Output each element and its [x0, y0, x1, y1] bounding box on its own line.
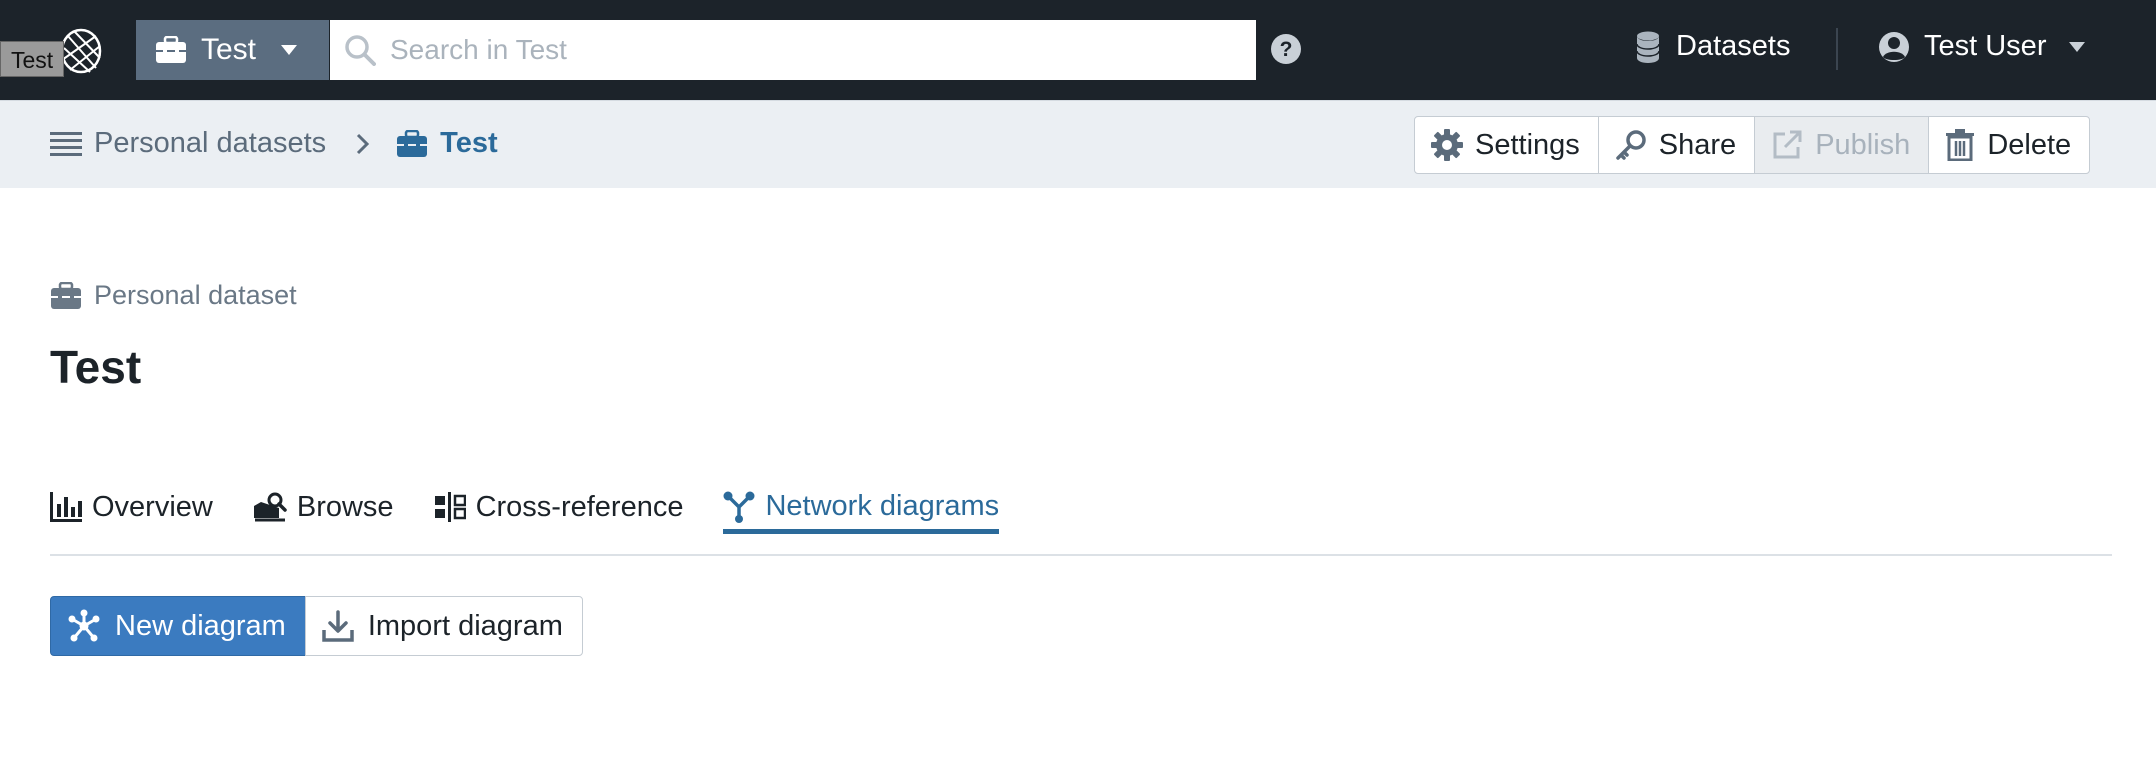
list-icon [50, 131, 82, 156]
trash-icon [1946, 129, 1975, 161]
breadcrumb-current[interactable]: Test [396, 127, 498, 160]
chevron-right-icon [357, 133, 370, 154]
caret-down-icon [2069, 41, 2086, 52]
breadcrumb-current-label: Test [440, 127, 498, 159]
network-burst-icon [68, 609, 100, 642]
page-title: Test [50, 341, 142, 393]
dataset-tabs: Overview Browse Cross-reference Network … [50, 484, 1039, 534]
help-icon: ? [1271, 34, 1301, 64]
tab-browse[interactable]: Browse [253, 484, 394, 530]
dataset-actions: Settings Share Publish Delete [1414, 116, 2091, 174]
top-navbar: Test Test ? Datasets [0, 0, 2156, 100]
logo-tooltip: Test [0, 41, 65, 77]
user-avatar-icon [1879, 31, 1909, 62]
tab-cross-reference-label: Cross-reference [475, 490, 684, 523]
tab-network-diagrams[interactable]: Network diagrams [723, 484, 1000, 534]
home-logo[interactable]: Test [0, 22, 110, 82]
caret-down-icon [281, 45, 298, 55]
gear-icon [1431, 129, 1463, 161]
tab-browse-label: Browse [296, 490, 394, 523]
share-button[interactable]: Share [1597, 116, 1756, 174]
dataset-switcher[interactable]: Test [136, 20, 329, 80]
breadcrumb-root-label: Personal datasets [94, 127, 327, 159]
bar-chart-icon [50, 492, 82, 522]
database-icon [1636, 31, 1660, 63]
breadcrumb-personal-datasets[interactable]: Personal datasets [50, 127, 326, 160]
nav-divider [1836, 28, 1838, 70]
import-diagram-button[interactable]: Import diagram [304, 596, 583, 656]
network-icon [723, 491, 755, 523]
user-name: Test User [1924, 30, 2047, 62]
settings-label: Settings [1475, 128, 1580, 161]
delete-button[interactable]: Delete [1928, 116, 2091, 174]
breadcrumb-bar: Personal datasets Test Settings Share Pu… [0, 100, 2156, 188]
key-icon [1616, 130, 1646, 160]
tab-overview[interactable]: Overview [50, 484, 213, 530]
breadcrumb: Personal datasets Test [50, 127, 498, 160]
tab-network-diagrams-label: Network diagrams [765, 490, 1000, 522]
tabs-divider [50, 554, 2112, 556]
diagram-actions: New diagram Import diagram [50, 596, 583, 656]
svg-text:?: ? [1280, 38, 1293, 61]
external-link-icon [1773, 130, 1802, 159]
help-button[interactable]: ? [1270, 33, 1302, 70]
globe-logo-icon [60, 28, 102, 74]
import-diagram-label: Import diagram [367, 609, 563, 642]
dataset-switcher-label: Test [201, 33, 257, 66]
dataset-kind: Personal dataset [50, 280, 297, 311]
cross-reference-icon [434, 492, 466, 522]
briefcase-icon [397, 129, 428, 157]
settings-button[interactable]: Settings [1414, 116, 1599, 174]
share-label: Share [1658, 128, 1737, 161]
tab-overview-label: Overview [92, 490, 213, 523]
user-menu[interactable]: Test User [1878, 30, 2086, 63]
search-box[interactable] [330, 20, 1256, 80]
download-icon [322, 610, 354, 642]
tab-cross-reference[interactable]: Cross-reference [434, 484, 684, 530]
publish-button[interactable]: Publish [1754, 116, 1930, 174]
nav-datasets[interactable]: Datasets [1636, 30, 1790, 63]
browse-icon [253, 492, 287, 522]
search-input[interactable] [390, 34, 1230, 66]
briefcase-icon [156, 36, 186, 63]
nav-datasets-label: Datasets [1676, 30, 1791, 62]
delete-label: Delete [1987, 128, 2072, 161]
briefcase-icon [51, 281, 81, 309]
publish-label: Publish [1815, 128, 1911, 161]
new-diagram-button[interactable]: New diagram [50, 596, 306, 656]
new-diagram-label: New diagram [115, 609, 286, 642]
search-icon [345, 35, 376, 66]
dataset-kind-label: Personal dataset [94, 280, 297, 310]
